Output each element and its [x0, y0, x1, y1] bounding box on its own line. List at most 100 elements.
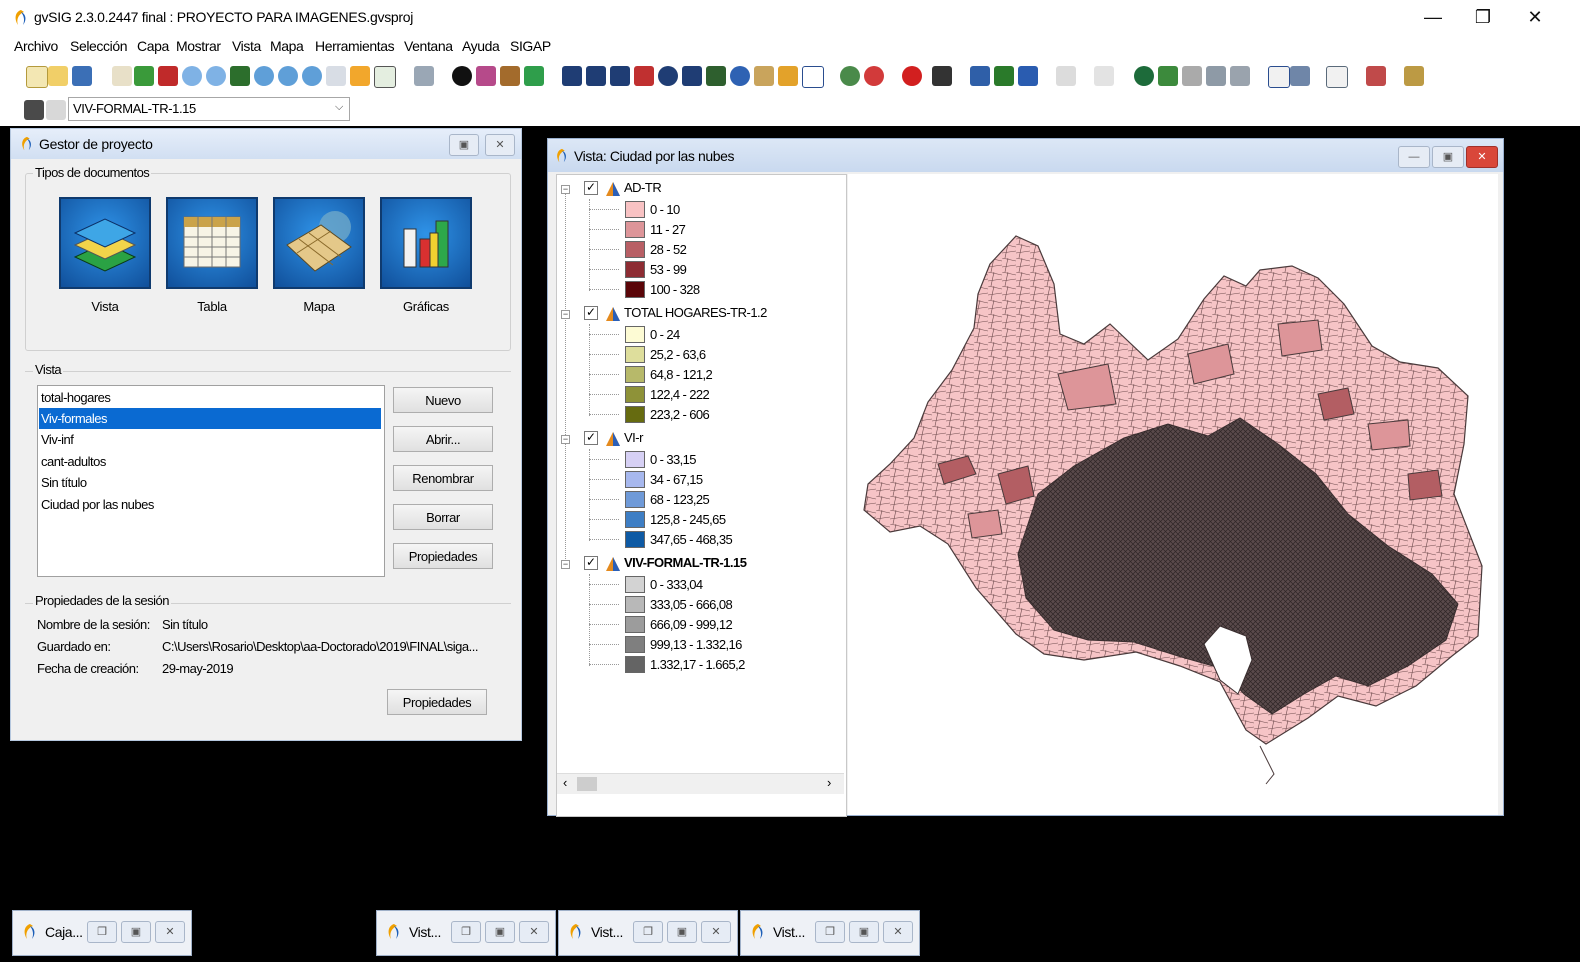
minimized-window-caja[interactable]: Caja... ❐ ▣ ✕	[12, 910, 192, 956]
network-icon[interactable]	[1094, 66, 1114, 86]
maximize-icon[interactable]: ▣	[121, 921, 151, 943]
renombrar-button[interactable]: Renombrar	[393, 465, 493, 491]
layer-visibility-checkbox[interactable]: ✓	[584, 556, 598, 570]
list-item[interactable]: total-hogares	[39, 387, 381, 408]
add-layer-icon[interactable]	[970, 66, 990, 86]
layer-visibility-checkbox[interactable]: ✓	[584, 181, 598, 195]
close-icon[interactable]: ✕	[485, 134, 515, 156]
project-manager-titlebar[interactable]: Gestor de proyecto ▣ ✕	[11, 129, 521, 159]
close-icon[interactable]: ✕	[701, 921, 731, 943]
borrar-button[interactable]: Borrar	[393, 504, 493, 530]
minimized-window-vista-3[interactable]: Vist... ❐ ▣ ✕	[740, 910, 920, 956]
filter-icon[interactable]	[802, 66, 824, 88]
list-item[interactable]: Ciudad por las nubes	[39, 494, 381, 515]
mapa-doc-button[interactable]	[273, 197, 365, 289]
select-by-rectangle-icon[interactable]	[610, 66, 630, 86]
console-icon[interactable]	[1366, 66, 1386, 86]
link-icon[interactable]	[754, 66, 774, 86]
layer-visibility-checkbox[interactable]: ✓	[584, 306, 598, 320]
menu-mostrar[interactable]: Mostrar	[176, 38, 221, 54]
hyperlink-icon[interactable]	[476, 66, 496, 86]
maximize-icon[interactable]: ▣	[849, 921, 879, 943]
nuevo-button[interactable]: Nuevo	[393, 387, 493, 413]
select-by-point-icon[interactable]	[586, 66, 606, 86]
tabla-doc-button[interactable]	[166, 197, 258, 289]
earth-icon[interactable]	[1134, 66, 1154, 86]
menu-herramientas[interactable]: Herramientas	[315, 38, 395, 54]
close-icon[interactable]: ✕	[519, 921, 549, 943]
clear-selection-icon[interactable]	[634, 66, 654, 86]
zoom-extent-icon[interactable]	[158, 66, 178, 86]
view-list[interactable]: total-hogares Viv-formales Viv-inf cant-…	[37, 385, 385, 577]
export-icon[interactable]	[994, 66, 1014, 86]
maximize-button[interactable]: ❐	[1460, 4, 1506, 30]
minimized-window-vista-2[interactable]: Vist... ❐ ▣ ✕	[558, 910, 738, 956]
session-properties-button[interactable]: Propiedades	[387, 689, 487, 715]
layer-row-ad-tr[interactable]: ✓ AD-TR	[557, 178, 846, 198]
target-icon[interactable]	[864, 66, 884, 86]
select-by-polygon-icon[interactable]	[682, 66, 702, 86]
maximize-icon[interactable]: ▣	[667, 921, 697, 943]
list-item-selected[interactable]: Viv-formales	[39, 408, 381, 429]
minimize-button[interactable]: —	[1410, 4, 1456, 30]
zoom-next-icon[interactable]	[302, 66, 322, 86]
select-by-layer-icon[interactable]	[706, 66, 726, 86]
layer-row-total-hogares[interactable]: ✓ TOTAL HOGARES-TR-1.2	[557, 303, 846, 323]
menu-capa[interactable]: Capa	[137, 38, 169, 54]
sync-icon[interactable]	[1182, 66, 1202, 86]
tools-icon[interactable]	[932, 66, 952, 86]
layer-row-vi-r[interactable]: ✓ VI-r	[557, 428, 846, 448]
view-window-titlebar[interactable]: Vista: Ciudad por las nubes — ▣ ✕	[548, 139, 1503, 172]
map-canvas[interactable]	[848, 174, 1498, 815]
close-icon[interactable]: ✕	[883, 921, 913, 943]
restore-icon[interactable]: ▣	[1432, 146, 1464, 168]
menu-ayuda[interactable]: Ayuda	[462, 38, 500, 54]
graph-icon[interactable]	[1056, 66, 1076, 86]
open-folder-icon[interactable]	[48, 66, 68, 86]
minimize-icon[interactable]: —	[1398, 146, 1430, 168]
download-icon[interactable]	[1018, 66, 1038, 86]
layer-properties-icon[interactable]	[46, 100, 66, 120]
restore-icon[interactable]: ❐	[633, 921, 663, 943]
maximize-icon[interactable]: ▣	[485, 921, 515, 943]
minimized-window-vista-1[interactable]: Vist... ❐ ▣ ✕	[376, 910, 556, 956]
chevron-down-icon[interactable]: ⌵	[335, 101, 343, 114]
select-by-circle-icon[interactable]	[658, 66, 678, 86]
measure-icon[interactable]	[414, 66, 434, 86]
list-item[interactable]: Sin título	[39, 472, 381, 493]
zoom-previous-icon[interactable]	[278, 66, 298, 86]
search-doc-icon[interactable]	[1290, 66, 1310, 86]
zoom-select-icon[interactable]	[254, 66, 274, 86]
abrir-button[interactable]: Abrir...	[393, 426, 493, 452]
zoom-full-icon[interactable]	[134, 66, 154, 86]
edit-icon[interactable]	[524, 66, 544, 86]
graficas-doc-button[interactable]	[380, 197, 472, 289]
list-item[interactable]: Viv-inf	[39, 429, 381, 450]
zoom-in-icon[interactable]	[182, 66, 202, 86]
document-icon[interactable]	[1268, 66, 1290, 88]
zoom-out-icon[interactable]	[206, 66, 226, 86]
vista-doc-button[interactable]	[59, 197, 151, 289]
save-icon[interactable]	[72, 66, 92, 86]
raster-icon[interactable]	[1158, 66, 1178, 86]
globe-icon[interactable]	[730, 66, 750, 86]
error-icon[interactable]	[902, 66, 922, 86]
report-icon[interactable]	[1326, 66, 1348, 88]
grid-icon[interactable]	[1206, 66, 1226, 86]
layer-row-viv-formal[interactable]: ✓ VIV-FORMAL-TR-1.15	[557, 553, 846, 573]
restore-icon[interactable]: ▣	[449, 134, 479, 156]
close-button[interactable]: ✕	[1512, 4, 1558, 30]
menu-archivo[interactable]: Archivo	[14, 38, 58, 54]
menu-vista[interactable]: Vista	[232, 38, 261, 54]
info-icon[interactable]	[452, 66, 472, 86]
restore-icon[interactable]: ❐	[451, 921, 481, 943]
table-icon[interactable]	[1230, 66, 1250, 86]
list-item[interactable]: cant-adultos	[39, 451, 381, 472]
menu-sigap[interactable]: SIGAP	[510, 38, 551, 54]
propiedades-view-button[interactable]: Propiedades	[393, 543, 493, 569]
restore-icon[interactable]: ❐	[815, 921, 845, 943]
active-layer-select[interactable]: VIV-FORMAL-TR-1.15 ⌵	[68, 97, 350, 121]
close-icon[interactable]: ✕	[1466, 146, 1498, 168]
scroll-thumb[interactable]	[577, 777, 597, 791]
settings-icon[interactable]	[840, 66, 860, 86]
